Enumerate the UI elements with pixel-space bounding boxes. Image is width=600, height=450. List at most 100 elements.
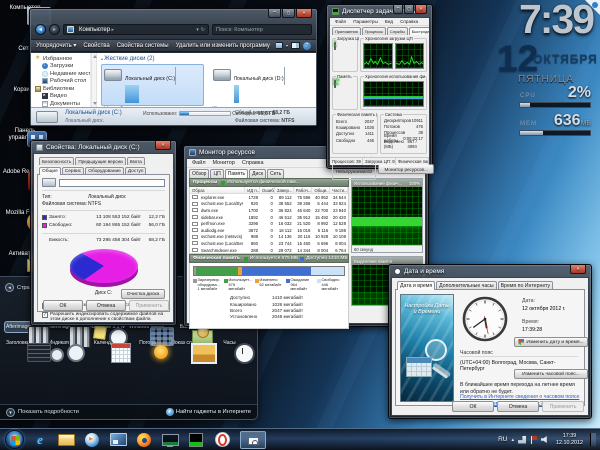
close-button[interactable] xyxy=(415,5,427,14)
column-header[interactable]: Рабоч... xyxy=(294,187,313,193)
start-button[interactable] xyxy=(5,430,24,449)
firefox-taskbar-icon[interactable] xyxy=(132,430,156,450)
menu-item[interactable]: Справка xyxy=(397,19,421,24)
show-details-link[interactable]: Показать подробности xyxy=(18,409,79,415)
desktop-gadgets-icon[interactable] xyxy=(106,430,130,450)
ie-icon[interactable] xyxy=(28,430,52,450)
help-icon[interactable] xyxy=(303,41,311,50)
menu-item[interactable]: Файл xyxy=(332,19,349,24)
active-taskbar-button[interactable] xyxy=(240,430,266,449)
change-datetime-button[interactable]: Изменить дату и время... xyxy=(514,337,588,347)
dialog-button[interactable]: Отмена xyxy=(86,300,126,311)
change-timezone-button[interactable]: Изменить часовой пояс... xyxy=(514,369,588,379)
process-row[interactable]: svchost.exe (netsvcs) 988 0 14 136 20 11… xyxy=(190,234,348,241)
tray-expand-icon[interactable] xyxy=(512,437,515,443)
sidebar-item[interactable]: Рабочий стол xyxy=(31,78,90,86)
drive-item[interactable]: Локальный диск (D:) 75,3 ГБ свободно из … xyxy=(210,64,313,106)
sidebar-item[interactable]: Документы xyxy=(31,100,90,107)
tray-flag-icon[interactable] xyxy=(530,435,538,444)
taskman-tab[interactable]: Службы xyxy=(386,27,408,35)
taskman-tab[interactable]: Приложения xyxy=(332,27,361,35)
toolbar-button[interactable]: Удалить или изменить программу xyxy=(176,43,270,49)
dialog-button[interactable]: Применить xyxy=(542,401,584,412)
process-checkbox[interactable] xyxy=(192,221,198,226)
explorer-folder-icon[interactable] xyxy=(54,430,78,450)
tray-network-icon[interactable] xyxy=(518,435,527,444)
language-indicator[interactable]: RU xyxy=(498,436,507,443)
process-row[interactable]: explorer.exe 1728 0 89 112 75 596 40 952… xyxy=(190,194,348,201)
hud-clock-gadget[interactable]: 7:39 12 ОКТЯБРЯ ПЯТНИЦА CPU 2% MEM 636МБ xyxy=(493,0,599,142)
sidebar-item[interactable]: Видео xyxy=(31,92,90,101)
resmon-taskbar-icon[interactable] xyxy=(158,430,182,450)
resmon-tab[interactable]: Память xyxy=(224,169,249,178)
dialog-button[interactable]: Применить xyxy=(129,300,169,311)
index-checkbox[interactable] xyxy=(42,311,48,318)
process-row[interactable]: svchost.exe (LocalSystemNet... 920 0 38 … xyxy=(190,201,348,208)
datetime-tab[interactable]: Дата и время xyxy=(397,281,436,290)
toolbar-button[interactable]: Упорядочить ▾ xyxy=(36,42,76,49)
volume-label-input[interactable] xyxy=(59,178,165,187)
close-button[interactable] xyxy=(570,265,586,274)
dialog-button[interactable]: ОК xyxy=(452,401,494,412)
column-header[interactable]: Ошибк... xyxy=(260,187,275,193)
process-checkbox[interactable] xyxy=(192,195,198,200)
column-header[interactable]: ИД п... xyxy=(245,187,261,193)
menu-item[interactable]: Справка xyxy=(239,160,267,166)
menu-item[interactable]: Монитор xyxy=(210,160,238,166)
refresh-icon[interactable]: ↻ xyxy=(201,27,205,33)
views-icon[interactable] xyxy=(276,42,283,49)
address-bar[interactable]: Компьютер ▾ ↻ xyxy=(63,24,209,35)
process-row[interactable]: dwm.exe 1700 0 36 824 46 640 22 700 23 9… xyxy=(190,207,348,214)
sidebar-item[interactable]: Недавние места xyxy=(31,70,90,78)
preview-pane-icon[interactable] xyxy=(291,42,300,49)
dialog-button[interactable]: ОК xyxy=(43,300,83,311)
process-checkbox[interactable] xyxy=(192,234,198,239)
find-gadgets-link[interactable]: Найти гаджеты в Интернете xyxy=(165,408,251,416)
address-dropdown-icon[interactable]: ▾ xyxy=(196,27,199,33)
views-dropdown-icon[interactable]: ▾ xyxy=(286,43,288,48)
minimize-button[interactable] xyxy=(393,5,403,14)
tray-volume-icon[interactable] xyxy=(541,435,547,444)
sidebar-item[interactable]: Избранное xyxy=(31,54,90,63)
taskman-tab[interactable]: Процессы xyxy=(361,27,386,35)
process-checkbox[interactable] xyxy=(192,208,198,213)
menu-item[interactable]: Параметры xyxy=(350,19,381,24)
process-checkbox[interactable] xyxy=(192,228,198,233)
back-button[interactable]: ◂ xyxy=(35,24,46,35)
search-input[interactable] xyxy=(212,24,312,35)
processes-header[interactable]: Процессы Используется физической пам... xyxy=(189,178,349,187)
process-checkbox[interactable] xyxy=(192,201,198,206)
process-checkbox[interactable] xyxy=(192,215,198,220)
resource-monitor-button[interactable]: Монитор ресурсов... xyxy=(378,164,435,174)
section-header-hdd[interactable]: Жесткие диски (2) xyxy=(101,56,312,62)
disk-properties-dialog[interactable]: Свойства: Локальный диск (C:) Безопаснос… xyxy=(30,140,177,326)
resmon-tab[interactable]: Обзор xyxy=(189,169,210,178)
process-checkbox[interactable] xyxy=(192,241,198,246)
physical-memory-header[interactable]: Физическая память Используется 575 МБ До… xyxy=(189,254,349,264)
explorer-window[interactable]: ◂ ▸ Компьютер ▾ ↻ Упорядочить ▾ Свойства С… xyxy=(29,8,318,127)
timezone-info-link[interactable]: Получить в Интернете сведения о часовом … xyxy=(460,394,579,400)
maximize-button[interactable] xyxy=(282,9,295,18)
sidebar-item[interactable]: Библиотеки xyxy=(31,85,90,93)
sidebar-item[interactable]: Загрузки xyxy=(31,62,90,71)
tray-clock[interactable]: 17:39 12.10.2012 xyxy=(553,433,586,447)
toolbar-button[interactable]: Свойства системы xyxy=(117,43,169,49)
process-row[interactable]: SearchIndexer.exe 288 0 29 072 14 344 8 … xyxy=(190,247,348,254)
properties-tab[interactable]: Предыдущие версии xyxy=(75,157,126,165)
taskman-tab[interactable]: Быстродействие xyxy=(408,27,429,35)
page-back-icon[interactable]: ◂ xyxy=(5,283,14,292)
menu-item[interactable]: Файл xyxy=(189,160,209,166)
show-desktop-button[interactable] xyxy=(590,432,596,447)
resmon-tab[interactable]: Диск xyxy=(249,169,267,178)
drive-item[interactable]: Локальный диск (C:) 56,0 ГБ свободно из … xyxy=(101,64,204,106)
column-header[interactable]: Общи... xyxy=(312,187,331,193)
task-manager-window[interactable]: Диспетчер задач Windows ФайлПараметрыВид… xyxy=(326,4,435,180)
opera-icon[interactable] xyxy=(210,430,234,450)
properties-tab[interactable]: Общие xyxy=(39,167,61,175)
resmon-tab[interactable]: ЦП xyxy=(210,169,224,178)
wmp-icon[interactable] xyxy=(80,430,104,450)
process-row[interactable]: svchost.exe (LocalServiceNet... 860 0 23… xyxy=(190,240,348,247)
datetime-titlebar[interactable]: Дата и время xyxy=(389,265,591,277)
column-header[interactable]: Части... xyxy=(330,187,349,193)
properties-tab[interactable]: Квота xyxy=(126,157,145,165)
